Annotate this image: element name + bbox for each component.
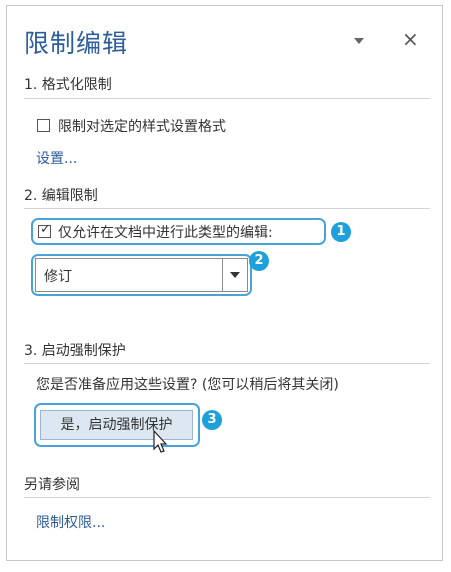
dropdown-arrow-icon[interactable]	[354, 38, 364, 44]
formatting-checkbox-label: 限制对选定的样式设置格式	[58, 119, 226, 135]
annotation-badge-2: 2	[249, 251, 269, 271]
select-dropdown-button[interactable]	[222, 259, 247, 291]
restrict-permissions-link[interactable]: 限制权限...	[36, 512, 105, 532]
panel-title: 限制编辑	[24, 29, 129, 58]
editing-type-select[interactable]: 修订	[35, 258, 248, 292]
see-also-header: 另请参阅	[24, 477, 80, 493]
section-editing-header: 2. 编辑限制	[24, 188, 98, 204]
divider	[24, 497, 430, 498]
section-formatting-header: 1. 格式化限制	[24, 77, 112, 93]
close-icon[interactable]: ×	[402, 27, 419, 51]
start-enforcing-button[interactable]: 是，启动强制保护	[40, 410, 193, 440]
enforce-question: 您是否准备应用这些设置? (您可以稍后将其关闭)	[36, 377, 339, 393]
editing-checkbox-label: 仅允许在文档中进行此类型的编辑:	[58, 225, 273, 241]
editing-type-value: 修订	[44, 269, 72, 285]
restrict-editing-panel: 限制编辑 × 1. 格式化限制 限制对选定的样式设置格式 设置... 2. 编辑…	[6, 5, 443, 561]
formatting-checkbox[interactable]	[37, 119, 50, 132]
settings-link[interactable]: 设置...	[36, 148, 77, 168]
section-enforce-header: 3. 启动强制保护	[24, 343, 126, 359]
annotation-badge-1: 1	[331, 222, 351, 242]
chevron-down-icon	[230, 272, 240, 278]
cursor-icon	[153, 430, 168, 453]
divider	[24, 208, 430, 209]
annotation-badge-3: 3	[202, 410, 222, 430]
editing-checkbox[interactable]: ✓	[38, 222, 51, 238]
divider	[24, 363, 430, 364]
check-icon: ✓	[40, 222, 51, 237]
divider	[24, 98, 430, 99]
